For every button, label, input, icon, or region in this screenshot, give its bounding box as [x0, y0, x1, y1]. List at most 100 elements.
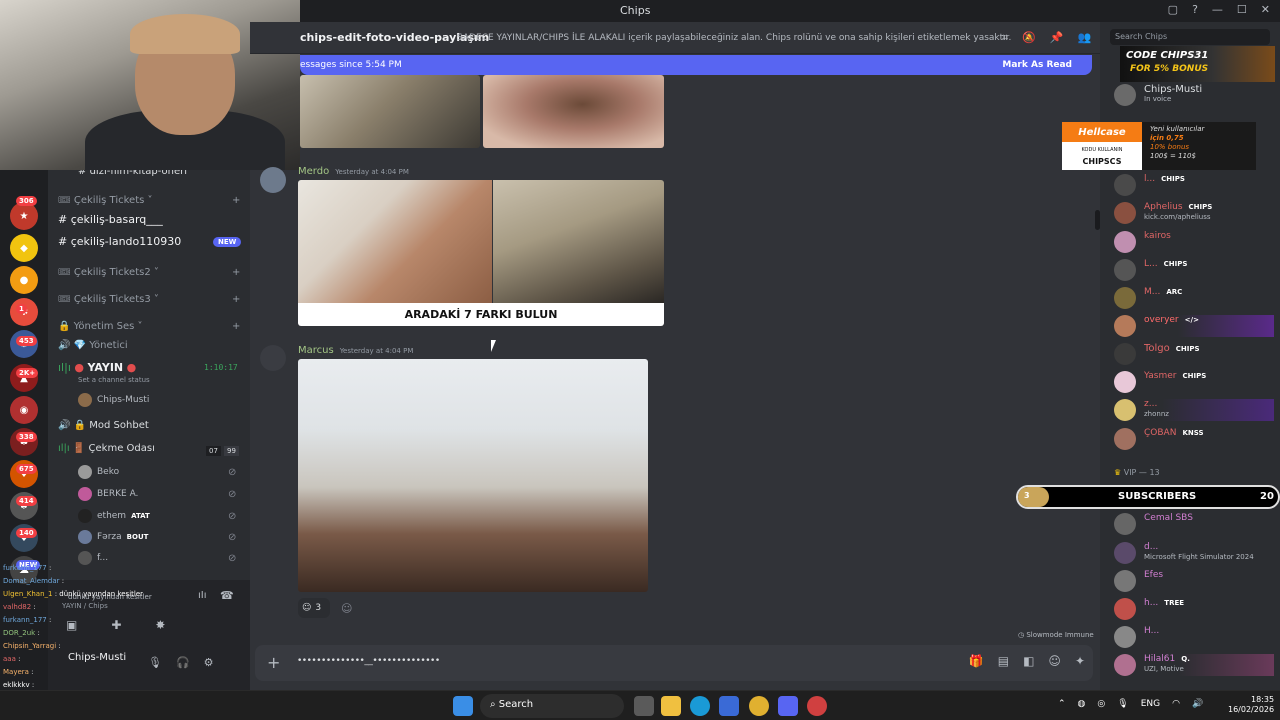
server-icon[interactable]: ★	[10, 202, 38, 230]
member-item[interactable]: Efes	[1114, 570, 1274, 592]
member-list-icon[interactable]: 👥	[1078, 31, 1092, 45]
windows-start-icon[interactable]	[453, 696, 473, 716]
member-item[interactable]: Aphelius CHIPS kick.com/apheliuss	[1114, 202, 1274, 224]
store-icon[interactable]	[719, 696, 739, 716]
category-yonetim-ses[interactable]: 🔒 Yönetim Ses ˅ +	[58, 321, 240, 332]
message-image[interactable]	[298, 359, 648, 592]
message-composer[interactable]: + ••••••••••••••__•••••••••••••• 🎁 ▤ ◧ ☺…	[255, 645, 1093, 681]
voice-channel-mod-sohbet[interactable]: 🔊 🔒 Mod Sohbet	[58, 420, 149, 431]
file-explorer-icon[interactable]	[661, 696, 681, 716]
add-channel-icon[interactable]: +	[232, 294, 240, 305]
attach-plus-icon[interactable]: +	[267, 653, 280, 672]
threads-icon[interactable]: ⌗	[1002, 31, 1008, 45]
voice-channel-yayin[interactable]: ıl|ı ● YAYIN ●	[58, 361, 136, 374]
add-reaction-icon[interactable]: ☺	[341, 602, 352, 615]
gif-icon[interactable]: ▤	[998, 654, 1009, 668]
voice-user[interactable]: BERKE A.	[78, 487, 138, 501]
member-item[interactable]: kairos	[1114, 231, 1274, 253]
tray-app-icon[interactable]: ◎	[1097, 699, 1105, 709]
gift-icon[interactable]: 🎁	[969, 654, 984, 668]
apps-icon[interactable]: ✦	[1075, 654, 1085, 668]
voice-user[interactable]: Chips-Musti	[78, 393, 149, 407]
category-cekilis-tickets[interactable]: 🎟 Çekiliş Tickets ˅ +	[58, 195, 240, 206]
avatar[interactable]	[260, 345, 286, 371]
voice-user[interactable]: Beko	[78, 465, 119, 479]
message-timestamp: Yesterday at 4:04 PM	[335, 168, 409, 176]
inbox-icon[interactable]: ▢	[1168, 3, 1178, 16]
member-item[interactable]: Yasmer CHIPS	[1114, 371, 1274, 393]
member-item[interactable]: l... CHIPS	[1114, 174, 1274, 196]
hellcase-logo: Hellcase	[1062, 122, 1142, 142]
windows-taskbar: ⌕ Search ⌃ ◍ ◎ 🎙 ENG ◠ 🔊 18:35 16/02/202…	[0, 690, 1280, 720]
voice-channel-yonetici[interactable]: 🔊 💎 Yönetici	[58, 340, 128, 351]
system-clock[interactable]: 18:35 16/02/2026	[1228, 695, 1274, 715]
wifi-icon[interactable]: ◠	[1172, 699, 1180, 709]
message-image[interactable]	[300, 75, 480, 148]
live-speaker-icon: ıl|ı	[58, 443, 73, 454]
channel-cekilis-lando[interactable]: # çekiliş-lando110930	[58, 235, 181, 248]
chat-line: Ulgen_Khan_1 : dünkü yayından kesitler	[3, 590, 144, 598]
member-item[interactable]: d... Microsoft Flight Simulator 2024	[1114, 542, 1274, 564]
discord-icon[interactable]	[778, 696, 798, 716]
member-item[interactable]: Cemal SBS	[1114, 513, 1274, 535]
avatar[interactable]	[260, 167, 286, 193]
server-icon[interactable]: ◉	[10, 396, 38, 424]
pin-icon[interactable]: 📌	[1050, 31, 1064, 45]
avatar	[1114, 287, 1136, 309]
server-icon[interactable]: ●	[10, 266, 38, 294]
member-item[interactable]: Tolgo CHIPS	[1114, 343, 1274, 365]
member-item[interactable]: z... zhonnz	[1114, 399, 1274, 421]
taskbar-search[interactable]: ⌕ Search	[480, 694, 624, 718]
sticker-icon[interactable]: ◧	[1023, 654, 1034, 668]
channel-header: chips-edit-foto-video-paylaşım SADECE YA…	[250, 22, 1100, 54]
member-item[interactable]: H...	[1114, 626, 1274, 648]
voice-user[interactable]: Fərza BOUT	[78, 530, 148, 544]
member-item[interactable]: overyer </>	[1114, 315, 1274, 337]
member-item[interactable]: ÇOBAN KNSS	[1114, 428, 1274, 450]
search-input[interactable]: Search Chips	[1110, 29, 1270, 45]
reaction-button[interactable]: ☺ 3	[298, 598, 330, 618]
member-item[interactable]: M... ARC	[1114, 287, 1274, 309]
minimize-button[interactable]: —	[1212, 3, 1223, 16]
new-messages-bar[interactable]: essages since 5:54 PM Mark As Read	[300, 55, 1092, 75]
add-channel-icon[interactable]: +	[232, 321, 240, 332]
emoji-icon[interactable]: ☺	[1048, 654, 1061, 668]
category-cekilis-tickets3[interactable]: 🎟 Çekiliş Tickets3 ˅ +	[58, 294, 240, 305]
member-item[interactable]: Chips-Musti In voice	[1114, 84, 1274, 106]
app-icon[interactable]	[807, 696, 827, 716]
chrome-icon[interactable]	[749, 696, 769, 716]
hash-icon: #	[58, 235, 71, 248]
help-icon[interactable]: ?	[1192, 3, 1198, 16]
maximize-button[interactable]: ☐	[1237, 3, 1247, 16]
member-item[interactable]: h... TREE	[1114, 598, 1274, 620]
channel-topic[interactable]: SADECE YAYINLAR/CHIPS İLE ALAKALI içerik…	[457, 33, 1011, 43]
tray-app-icon[interactable]: ◍	[1078, 699, 1086, 709]
microphone-icon[interactable]: 🎙	[1117, 699, 1128, 709]
mark-as-read-button[interactable]: Mark As Read	[1002, 60, 1072, 70]
close-button[interactable]: ✕	[1261, 3, 1270, 16]
message-image[interactable]	[298, 180, 492, 303]
message-input[interactable]: ••••••••••••••__••••••••••••••	[297, 656, 440, 666]
notification-bell-icon[interactable]: 🔕	[1022, 31, 1036, 45]
member-item[interactable]: L... CHIPS	[1114, 259, 1274, 281]
category-cekilis-tickets2[interactable]: 🎟 Çekiliş Tickets2 ˅ +	[58, 267, 240, 278]
add-channel-icon[interactable]: +	[232, 195, 240, 206]
volume-icon[interactable]: 🔊	[1192, 699, 1203, 709]
message-author[interactable]: Merdo	[298, 166, 329, 177]
language-indicator[interactable]: ENG	[1141, 699, 1160, 709]
message-image[interactable]	[493, 180, 664, 303]
member-item[interactable]: Hilal61 Q. UZI, Motive	[1114, 654, 1274, 676]
channel-cekilis-basarq[interactable]: # çekiliş-basarq___	[58, 213, 163, 226]
user-limit: 99	[224, 446, 239, 456]
live-speaker-icon: ıl|ı	[58, 361, 75, 374]
message-image[interactable]	[483, 75, 664, 148]
voice-user[interactable]: ethem ATAT	[78, 509, 150, 523]
add-channel-icon[interactable]: +	[232, 267, 240, 278]
chevron-up-icon[interactable]: ⌃	[1058, 699, 1066, 709]
channel-status[interactable]: Set a channel status	[78, 376, 150, 384]
server-icon[interactable]: ◆	[10, 234, 38, 262]
task-view-icon[interactable]	[634, 696, 654, 716]
voice-channel-cekme-odasi[interactable]: ıl|ı 🚪 Çekme Odası	[58, 443, 155, 454]
message-author[interactable]: Marcus	[298, 345, 334, 356]
edge-icon[interactable]	[690, 696, 710, 716]
